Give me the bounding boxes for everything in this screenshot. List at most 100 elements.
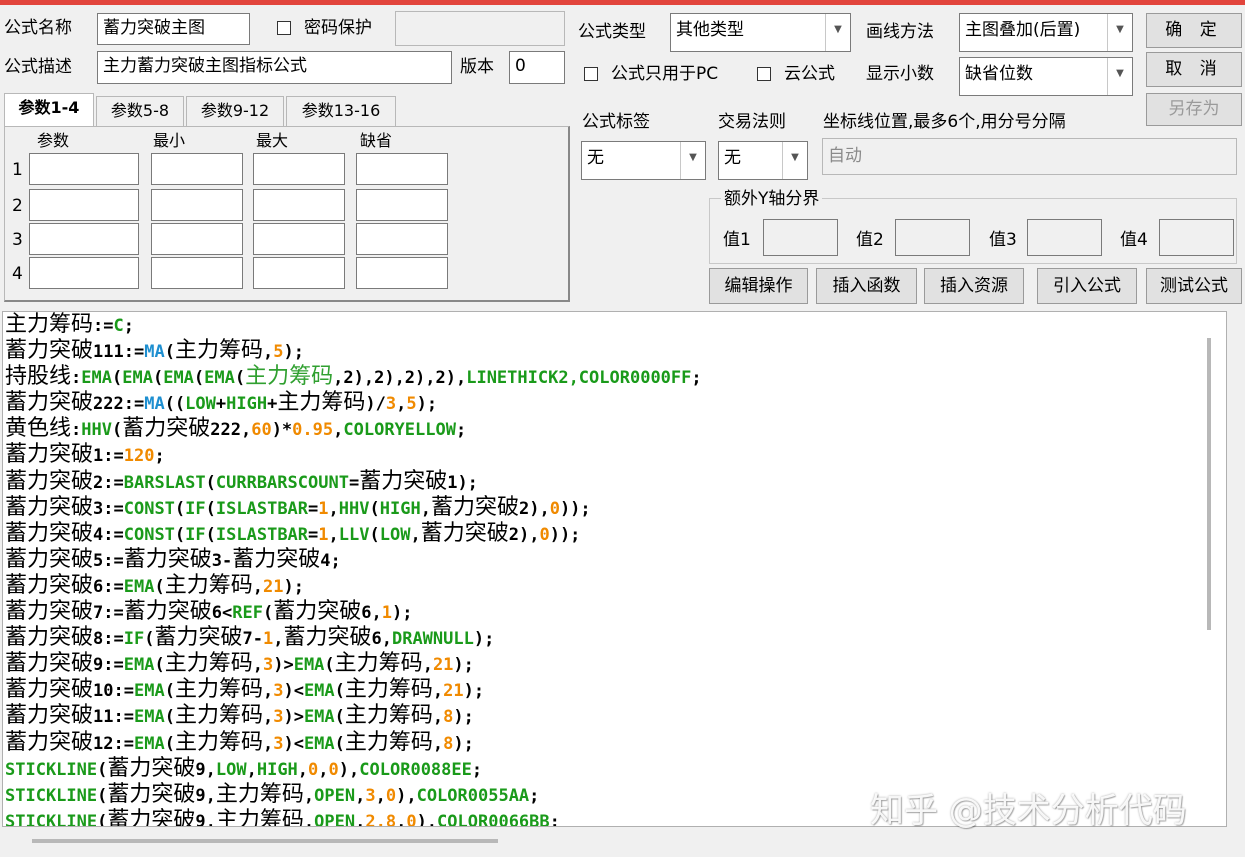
vertical-scrollbar-thumb[interactable] (1207, 338, 1211, 630)
chevron-down-icon[interactable]: ▼ (1107, 58, 1132, 95)
code-token: 4:= (93, 524, 124, 545)
code-token: )/ (365, 394, 386, 415)
code-token: ( (144, 629, 155, 650)
version-input[interactable]: 0 (509, 51, 565, 84)
code-token: ( (369, 498, 380, 519)
code-token: 3 (365, 785, 376, 806)
horizontal-scrollbar-thumb[interactable] (32, 839, 498, 843)
code-token: , (252, 655, 263, 676)
tab-params-5-8[interactable]: 参数5-8 (96, 96, 184, 126)
code-token: 3 (273, 733, 284, 754)
cloud-formula-label: 云公式 (784, 64, 835, 84)
trade-rule-select[interactable]: 无 ▼ (718, 141, 808, 180)
code-token: 主力筹码 (174, 677, 263, 703)
code-token: = (308, 524, 319, 545)
param-header-default: 缺省 (360, 131, 393, 150)
code-token: 1 (318, 524, 329, 545)
param-4-default-input[interactable] (356, 257, 448, 289)
code-token: ( (193, 368, 205, 389)
code-token: , (355, 811, 366, 827)
param-1-name-input[interactable] (29, 153, 139, 185)
formula-desc-input[interactable]: 主力蓄力突破主图指标公式 (97, 51, 452, 84)
code-token: 主力筹码 (215, 807, 304, 827)
pc-only-checkbox[interactable] (584, 67, 598, 81)
chevron-down-icon[interactable]: ▼ (782, 142, 807, 179)
code-token: 2:= (93, 472, 124, 493)
tab-params-1-4[interactable]: 参数1-4 (4, 93, 94, 127)
code-token: ); (473, 629, 495, 650)
password-protect-checkbox[interactable] (277, 21, 291, 35)
code-token: 6:= (93, 576, 124, 597)
code-token: 0 (328, 759, 339, 780)
insert-function-button[interactable]: 插入函数 (816, 268, 917, 304)
formula-tag-select[interactable]: 无 ▼ (581, 141, 706, 180)
formula-code-editor[interactable]: 主力筹码:=C; 蓄力突破111:=MA(主力筹码,5); 持股线:EMA(EMA(… (2, 311, 1227, 827)
code-line: 蓄力突破7:=蓄力突破6<REF(蓄力突破6,1); (5, 599, 1226, 625)
ok-button[interactable]: 确 定 (1146, 13, 1242, 48)
cloud-formula-checkbox[interactable] (757, 67, 771, 81)
tab-params-9-12[interactable]: 参数9-12 (186, 96, 284, 126)
code-token: 蓄力突破 (107, 781, 196, 807)
param-1-default-input[interactable] (356, 153, 448, 185)
code-token: 3 (273, 707, 284, 728)
code-token: 蓄力突破 (359, 468, 448, 494)
code-token: 3 (273, 681, 284, 702)
formula-name-input[interactable]: 蓄力突破主图 (97, 13, 250, 45)
import-formula-button[interactable]: 引入公式 (1037, 268, 1137, 304)
code-token: 蓄力突破 (107, 755, 196, 781)
code-token: ); (453, 707, 474, 728)
param-2-name-input[interactable] (29, 189, 139, 221)
code-token: ), (416, 811, 438, 827)
test-formula-button[interactable]: 测试公式 (1146, 268, 1242, 304)
param-3-min-input[interactable] (151, 223, 243, 255)
formula-type-label: 公式类型 (578, 22, 646, 42)
y-bound-3-input[interactable] (1027, 219, 1102, 256)
code-token: 蓄力突破 (122, 416, 211, 442)
cancel-button[interactable]: 取 消 (1146, 52, 1242, 87)
y-bound-1-input[interactable] (763, 219, 838, 256)
param-4-max-input[interactable] (253, 257, 345, 289)
code-token: ( (164, 707, 175, 728)
param-2-default-input[interactable] (356, 189, 448, 221)
param-3-max-input[interactable] (253, 223, 345, 255)
password-input[interactable] (395, 11, 565, 46)
param-4-min-input[interactable] (151, 257, 243, 289)
param-2-min-input[interactable] (151, 189, 243, 221)
param-row-number: 2 (12, 196, 23, 216)
code-token: , (328, 498, 339, 519)
code-token: CURRBARSCOUNT (215, 472, 349, 493)
draw-method-select[interactable]: 主图叠加(后置) ▼ (959, 13, 1133, 52)
code-token: EMA (303, 733, 335, 754)
param-1-max-input[interactable] (253, 153, 345, 185)
param-3-default-input[interactable] (356, 223, 448, 255)
axis-position-input[interactable]: 自动 (822, 138, 1237, 175)
param-2-max-input[interactable] (253, 189, 345, 221)
code-token: EMA (163, 368, 194, 389)
code-token: ( (154, 576, 165, 597)
code-token: ( (369, 524, 380, 545)
decimals-select[interactable]: 缺省位数 ▼ (959, 57, 1133, 96)
insert-resource-button[interactable]: 插入资源 (924, 268, 1024, 304)
param-1-min-input[interactable] (151, 153, 243, 185)
code-token: 1 (318, 498, 329, 519)
y-bound-2-input[interactable] (895, 219, 970, 256)
tab-params-13-16[interactable]: 参数13-16 (286, 96, 396, 126)
param-4-name-input[interactable] (29, 257, 139, 289)
edit-ops-button[interactable]: 编辑操作 (709, 268, 808, 304)
formula-type-select[interactable]: 其他类型 ▼ (670, 13, 851, 52)
chevron-down-icon[interactable]: ▼ (825, 14, 850, 51)
param-header-min: 最小 (153, 131, 186, 150)
chevron-down-icon[interactable]: ▼ (1107, 14, 1132, 51)
param-header-name: 参数 (37, 131, 70, 150)
code-token: )> (273, 655, 294, 676)
code-token: 蓄力突破 (5, 625, 94, 651)
code-token: 主力筹码 (277, 390, 366, 416)
code-token: 1); (447, 472, 478, 493)
code-token: ( (164, 681, 175, 702)
code-token: HIGH (226, 394, 268, 415)
code-token: MA (144, 394, 165, 415)
y-bound-4-input[interactable] (1159, 219, 1234, 256)
code-line: 蓄力突破6:=EMA(主力筹码,21); (5, 573, 1226, 599)
chevron-down-icon[interactable]: ▼ (680, 142, 705, 179)
param-3-name-input[interactable] (29, 223, 139, 255)
